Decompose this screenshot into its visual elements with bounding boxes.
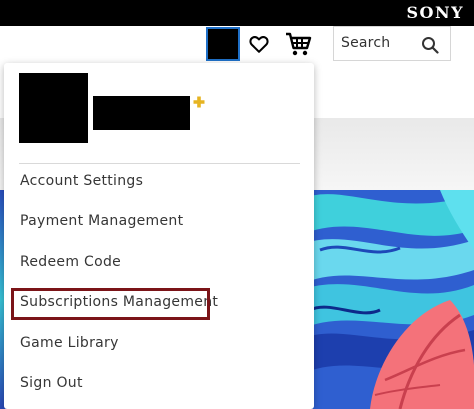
hero-artwork bbox=[300, 190, 474, 409]
highlight-box bbox=[11, 288, 210, 320]
profile-name-redacted bbox=[93, 96, 190, 130]
sony-logo[interactable]: SONY bbox=[406, 3, 464, 22]
cart-icon[interactable] bbox=[284, 30, 312, 58]
menu-item-account-settings[interactable]: Account Settings bbox=[20, 173, 143, 189]
menu-item-sign-out[interactable]: Sign Out bbox=[20, 375, 83, 391]
menu-item-game-library[interactable]: Game Library bbox=[20, 335, 119, 351]
playstation-plus-icon bbox=[193, 96, 205, 108]
profile-avatar bbox=[19, 73, 88, 143]
menu-item-payment-management[interactable]: Payment Management bbox=[20, 213, 183, 229]
account-avatar-button[interactable] bbox=[206, 27, 240, 61]
search-placeholder: Search bbox=[341, 35, 391, 51]
top-bar: SONY bbox=[0, 0, 474, 26]
search-icon[interactable] bbox=[421, 36, 439, 54]
heart-icon[interactable] bbox=[248, 33, 270, 55]
menu-divider bbox=[19, 163, 300, 164]
search-box[interactable]: Search bbox=[333, 26, 451, 61]
hero-artwork-graphic bbox=[300, 190, 474, 409]
account-dropdown-menu: Account Settings Payment Management Rede… bbox=[4, 63, 314, 409]
menu-item-redeem-code[interactable]: Redeem Code bbox=[20, 254, 121, 270]
